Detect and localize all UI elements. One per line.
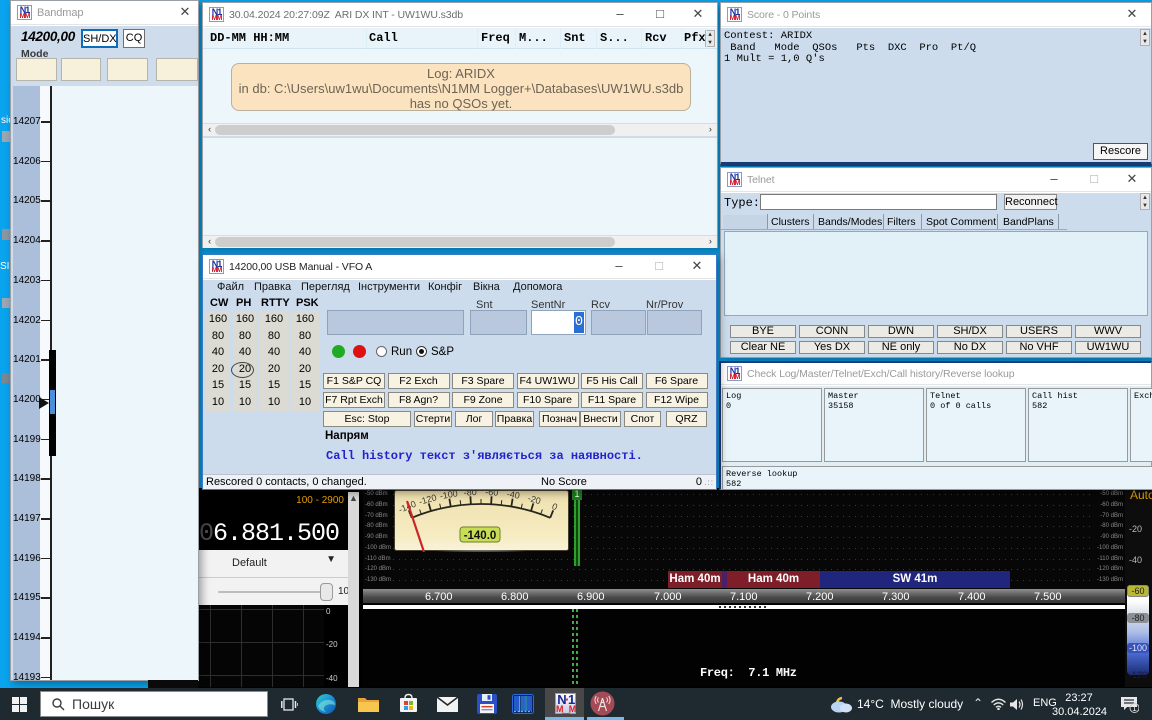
svg-text:1: 1 bbox=[1132, 704, 1137, 713]
svg-text:-140.0: -140.0 bbox=[464, 530, 497, 542]
svg-text:-60: -60 bbox=[485, 490, 499, 498]
svg-text:-80: -80 bbox=[463, 490, 477, 498]
